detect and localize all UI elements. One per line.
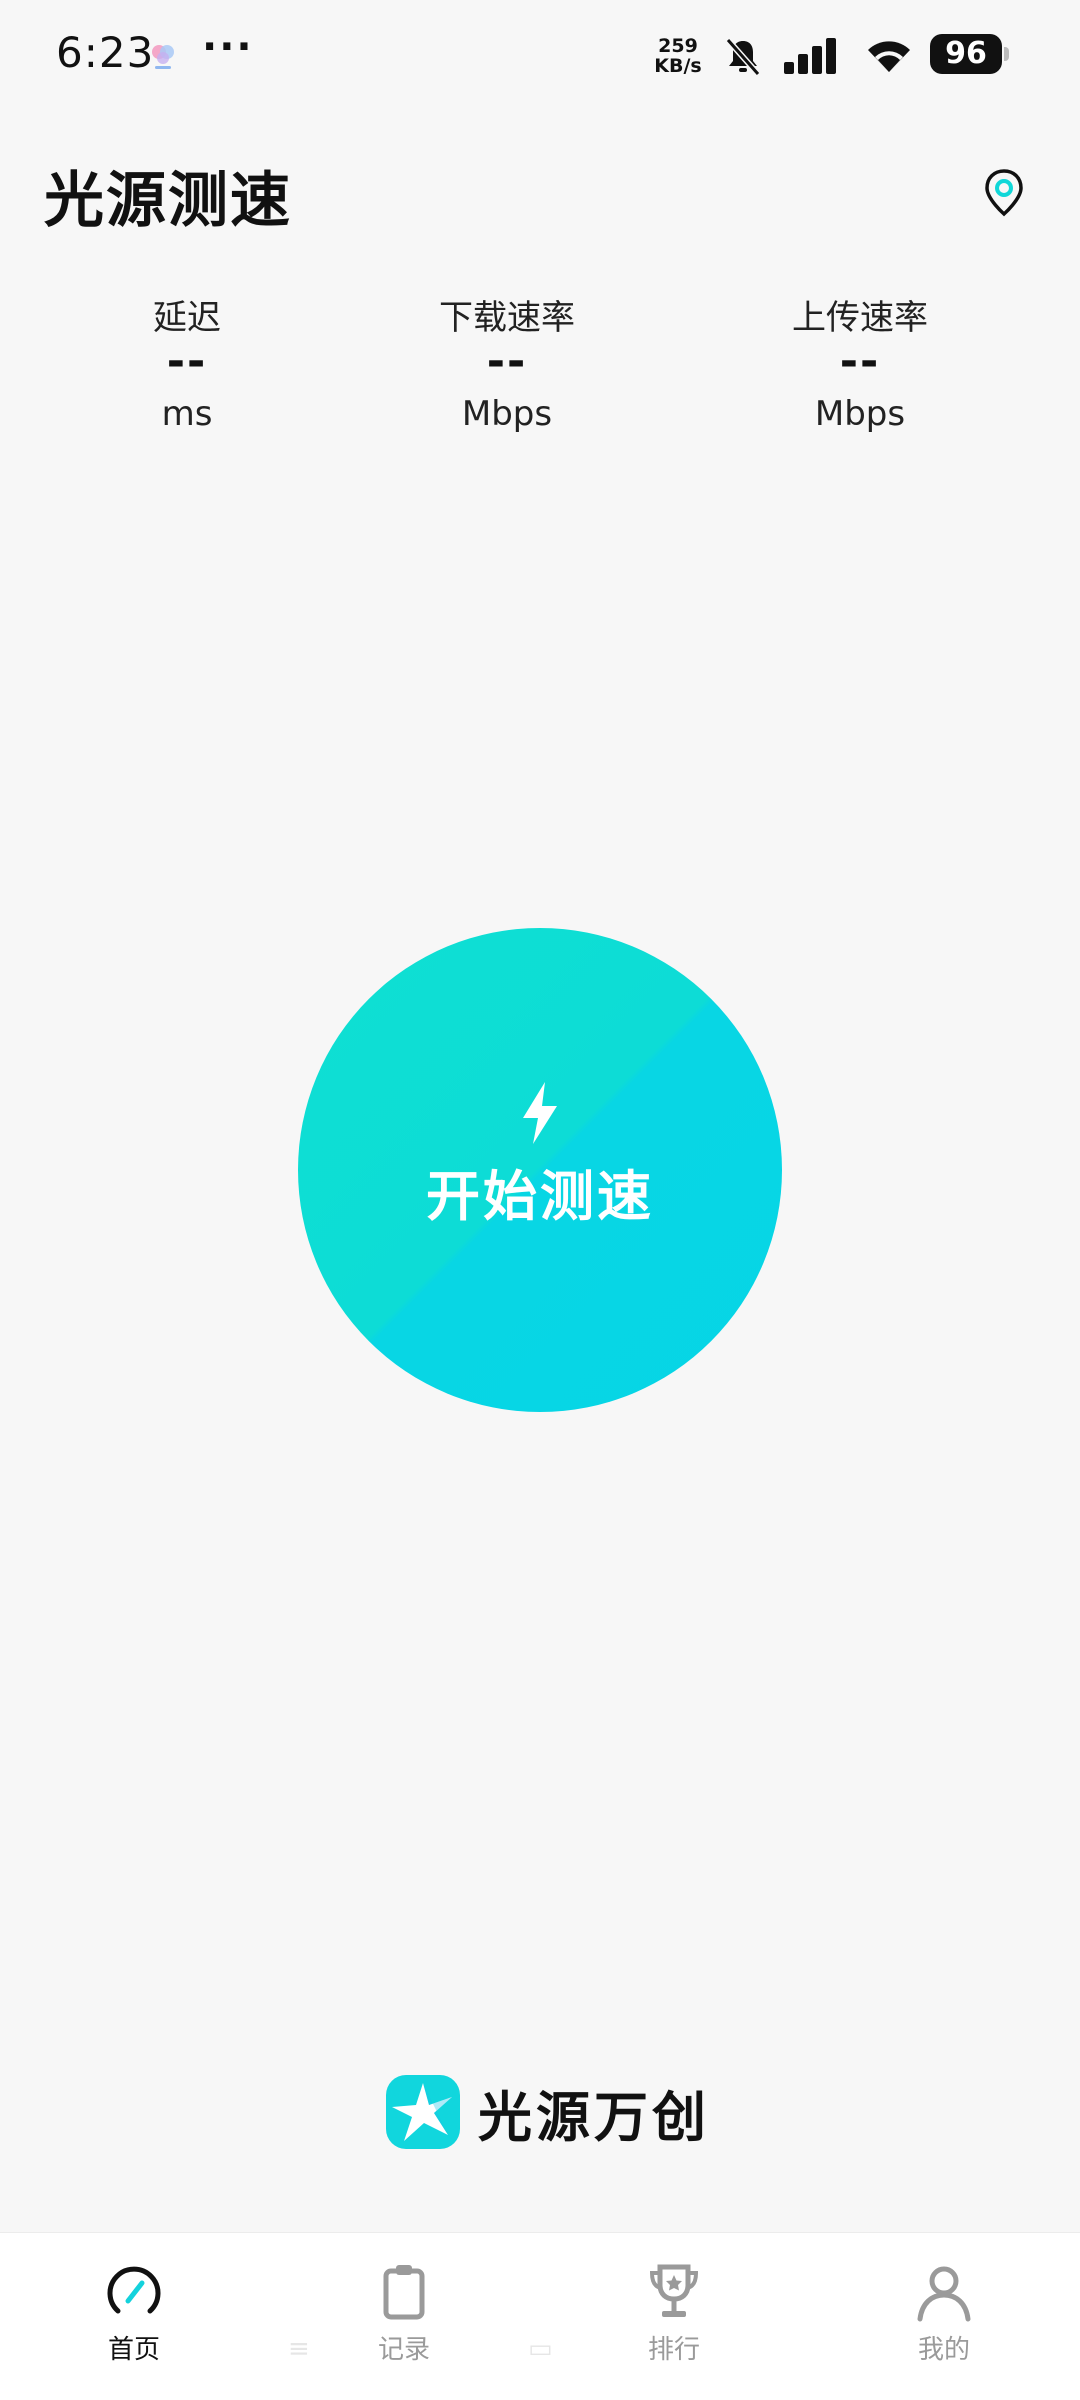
notification-app-icon — [152, 45, 174, 69]
battery-tip — [1004, 47, 1009, 61]
status-bar: 6:23 ··· 259 KB/s 96 — [0, 0, 1080, 110]
clipboard-icon — [383, 2265, 425, 2320]
nav-label: 记录 — [377, 2335, 430, 2365]
nav-item-profile[interactable]: 我的 — [844, 2233, 1044, 2400]
metric-label: 上传速率 — [792, 298, 928, 338]
metric-unit: Mbps — [461, 394, 553, 434]
network-speed-unit: KB/s — [654, 55, 702, 77]
metric-download: 下载速率 -- Mbps — [377, 294, 637, 438]
ghost-artifact: ≡ — [288, 2334, 310, 2364]
metric-unit: ms — [161, 394, 213, 434]
status-time: 6:23 — [56, 28, 155, 77]
wifi-icon — [868, 41, 910, 72]
location-pin-icon[interactable] — [982, 168, 1026, 218]
metric-value: -- — [486, 336, 528, 387]
start-test-label: 开始测速 — [426, 1164, 654, 1228]
brand-star-logo — [386, 2075, 460, 2149]
network-speed-value: 259 — [658, 35, 698, 57]
metric-latency: 延迟 -- ms — [57, 294, 317, 438]
signal-icon — [784, 38, 836, 74]
nav-item-home[interactable]: 首页 — [34, 2233, 234, 2400]
brand: 光源万创 — [384, 2072, 710, 2152]
metric-unit: Mbps — [814, 394, 906, 434]
status-more-icon: ··· — [202, 24, 254, 70]
start-test-button[interactable]: 开始测速 — [298, 928, 782, 1412]
nav-item-records[interactable]: 记录 — [304, 2233, 504, 2400]
battery-icon: 96 — [930, 34, 1002, 74]
metric-label: 下载速率 — [439, 298, 575, 338]
nav-label: 首页 — [107, 2335, 160, 2365]
trophy-icon — [649, 2264, 699, 2317]
ghost-artifact: ▭ — [528, 2334, 553, 2364]
metric-label: 延迟 — [153, 298, 221, 338]
lightning-bolt-icon — [523, 1081, 557, 1144]
brand-name: 光源万创 — [478, 2085, 710, 2149]
nav-item-ranking[interactable]: 排行 — [574, 2233, 774, 2400]
metric-value: -- — [166, 336, 208, 387]
speed-test-screen: 6:23 ··· 259 KB/s 96 光源测速 延迟 -- ms 下载速率 … — [0, 0, 1080, 2400]
person-icon — [917, 2266, 971, 2322]
speedometer-icon — [107, 2266, 161, 2314]
page-title: 光源测速 — [44, 166, 292, 236]
bottom-nav: 首页 记录 排行 我的 — [0, 2232, 1080, 2400]
metric-upload: 上传速率 -- Mbps — [730, 294, 990, 438]
metric-value: -- — [839, 336, 881, 387]
nav-label: 排行 — [647, 2335, 700, 2365]
nav-label: 我的 — [917, 2335, 970, 2365]
bell-off-icon — [725, 38, 761, 76]
network-speed: 259 KB/s — [648, 36, 708, 76]
